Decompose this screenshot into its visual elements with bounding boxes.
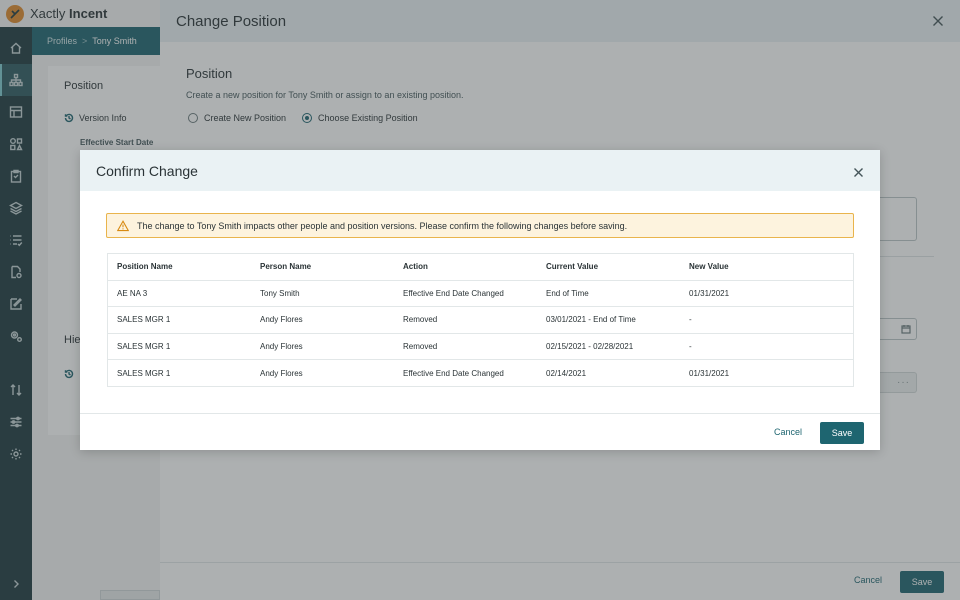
table-cell: End of Time xyxy=(546,288,589,298)
table-cell: SALES MGR 1 xyxy=(117,368,171,378)
column-header: New Value xyxy=(689,262,729,272)
cancel-button[interactable]: Cancel xyxy=(774,427,802,437)
table-cell: Effective End Date Changed xyxy=(403,288,504,298)
changes-table: Position Name Person Name Action Current… xyxy=(107,253,854,387)
column-header: Action xyxy=(403,262,428,272)
confirm-change-dialog: Confirm Change The change to Tony Smith … xyxy=(80,150,880,450)
table-cell: 02/15/2021 - 02/28/2021 xyxy=(546,341,634,351)
table-cell: Andy Flores xyxy=(260,341,303,351)
table-cell: Tony Smith xyxy=(260,288,300,298)
warning-text: The change to Tony Smith impacts other p… xyxy=(137,220,628,231)
table-cell: AE NA 3 xyxy=(117,288,148,298)
table-cell: SALES MGR 1 xyxy=(117,341,171,351)
dialog-header: Confirm Change xyxy=(80,150,880,191)
table-cell: Andy Flores xyxy=(260,368,303,378)
table-row: AE NA 3 Tony Smith Effective End Date Ch… xyxy=(108,281,853,307)
table-cell: 01/31/2021 xyxy=(689,288,730,298)
dialog-footer: Cancel Save xyxy=(80,413,880,450)
table-cell: 03/01/2021 - End of Time xyxy=(546,315,636,325)
table-cell: Andy Flores xyxy=(260,315,303,325)
table-cell: 02/14/2021 xyxy=(546,368,587,378)
table-row: SALES MGR 1 Andy Flores Removed 02/15/20… xyxy=(108,334,853,360)
table-cell: Removed xyxy=(403,315,438,325)
close-icon[interactable] xyxy=(853,165,864,177)
table-cell: Removed xyxy=(403,341,438,351)
table-row: SALES MGR 1 Andy Flores Removed 03/01/20… xyxy=(108,307,853,334)
table-header-row: Position Name Person Name Action Current… xyxy=(108,254,853,281)
column-header: Position Name xyxy=(117,262,173,272)
column-header: Current Value xyxy=(546,262,599,272)
table-cell: - xyxy=(689,315,692,325)
save-button[interactable]: Save xyxy=(820,422,864,444)
dialog-title: Confirm Change xyxy=(96,162,198,179)
column-header: Person Name xyxy=(260,262,312,272)
table-cell: SALES MGR 1 xyxy=(117,315,171,325)
warning-icon xyxy=(117,219,129,231)
table-row: SALES MGR 1 Andy Flores Effective End Da… xyxy=(108,360,853,387)
table-cell: Effective End Date Changed xyxy=(403,368,504,378)
table-cell: 01/31/2021 xyxy=(689,368,730,378)
table-cell: - xyxy=(689,341,692,351)
warning-alert: The change to Tony Smith impacts other p… xyxy=(106,213,854,238)
